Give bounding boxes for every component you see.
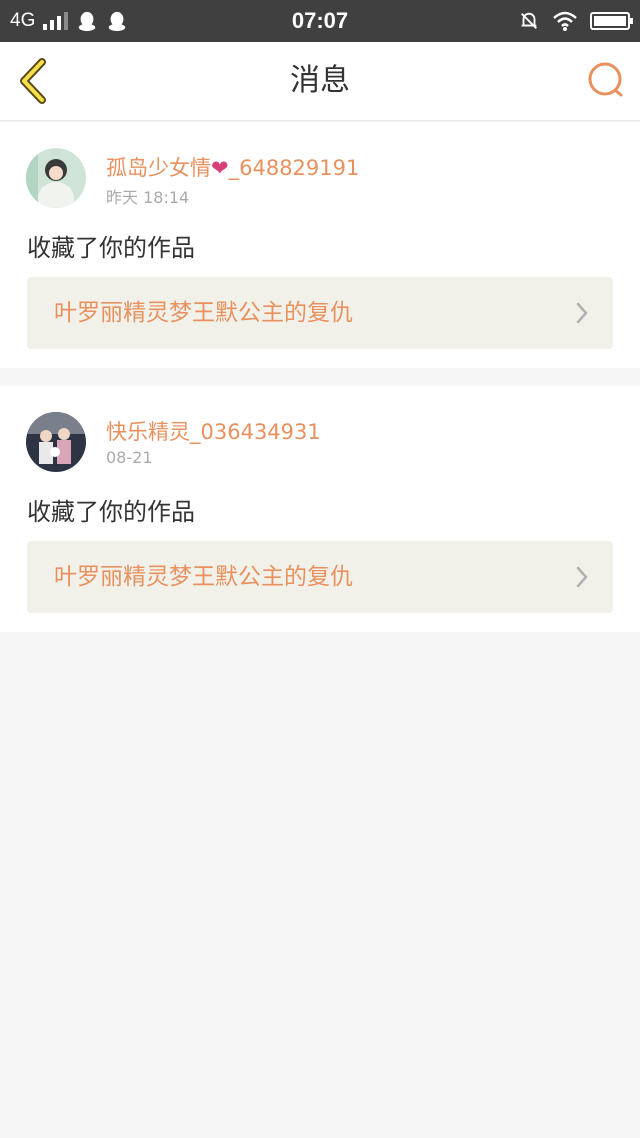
- status-right: [518, 0, 633, 42]
- search-icon[interactable]: [586, 60, 626, 100]
- username[interactable]: 孤岛少女情❤_648829191: [106, 152, 359, 182]
- heart-icon: ❤: [211, 156, 229, 180]
- username-prefix: 孤岛少女情: [106, 156, 211, 180]
- work-title: 叶罗丽精灵梦王默公主的复仇: [54, 564, 353, 590]
- work-link[interactable]: 叶罗丽精灵梦王默公主的复仇: [27, 541, 613, 613]
- action-text: 收藏了你的作品: [27, 498, 195, 526]
- username[interactable]: 快乐精灵_036434931: [106, 416, 321, 446]
- page-title: 消息: [290, 63, 350, 98]
- app-header: 消息: [0, 42, 640, 121]
- avatar[interactable]: [26, 148, 86, 208]
- timestamp: 08-21: [106, 448, 153, 467]
- chevron-right-icon: [576, 302, 588, 324]
- battery-level: [594, 16, 626, 26]
- timestamp: 昨天 18:14: [106, 188, 190, 207]
- chevron-right-icon: [576, 566, 588, 588]
- wifi-icon: [553, 11, 577, 31]
- battery-icon: [590, 12, 633, 30]
- action-text: 收藏了你的作品: [27, 234, 195, 262]
- work-title: 叶罗丽精灵梦王默公主的复仇: [54, 300, 353, 326]
- status-bar: 4G 07:07: [0, 0, 640, 42]
- username-suffix: _648829191: [228, 156, 360, 180]
- silent-bell-icon: [521, 12, 537, 29]
- work-link[interactable]: 叶罗丽精灵梦王默公主的复仇: [27, 277, 613, 349]
- message-card: 快乐精灵_036434931 08-21 收藏了你的作品 叶罗丽精灵梦王默公主的…: [0, 386, 640, 632]
- avatar[interactable]: [26, 412, 86, 472]
- message-card: 孤岛少女情❤_648829191 昨天 18:14 收藏了你的作品 叶罗丽精灵梦…: [0, 122, 640, 368]
